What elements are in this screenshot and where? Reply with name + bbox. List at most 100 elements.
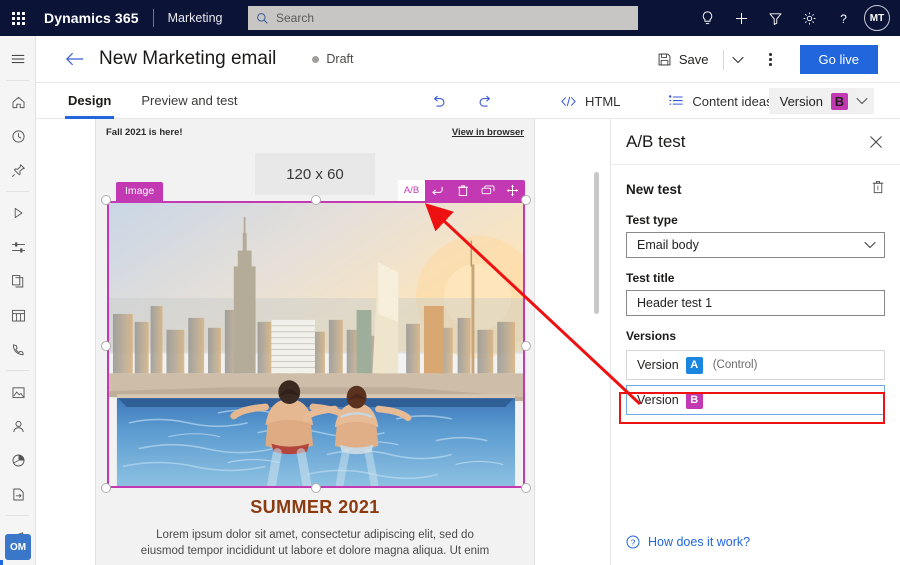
redo-button[interactable] (477, 94, 494, 109)
ab-test-panel: A/B test New test Test type Email body T… (610, 119, 900, 565)
resize-handle-mid-right[interactable] (521, 341, 531, 351)
undo-button[interactable] (430, 94, 447, 109)
user-avatar[interactable]: MT (864, 5, 890, 31)
command-bar: New Marketing email Draft Save Go live (36, 36, 900, 83)
sidebar-item-home[interactable] (0, 85, 36, 119)
version-selector[interactable]: Version B (768, 88, 874, 114)
resize-handle-top-left[interactable] (101, 195, 111, 205)
page-title: New Marketing email (99, 48, 277, 69)
resize-handle-top-center[interactable] (311, 195, 321, 205)
lightbulb-button[interactable] (690, 0, 724, 36)
editor-tab-bar: Design Preview and test HTML Content ide… (36, 83, 900, 119)
trash-icon (872, 180, 884, 194)
view-in-browser-link[interactable]: View in browser (452, 127, 524, 138)
sidebar-item-segments[interactable] (0, 230, 36, 264)
back-button[interactable] (65, 51, 85, 67)
pin-icon (11, 163, 25, 177)
save-dropdown-button[interactable] (726, 47, 750, 73)
quick-create-button[interactable] (724, 0, 758, 36)
tab-design[interactable]: Design (65, 83, 115, 119)
redo-icon (479, 95, 490, 107)
version-badge-b: B (831, 92, 848, 110)
summer-body-text[interactable]: Lorem ipsum dolor sit amet, consectetur … (136, 527, 494, 559)
clock-icon (11, 129, 25, 143)
lightbulb-icon (702, 10, 712, 24)
gear-icon (803, 12, 815, 24)
global-search[interactable]: Search (248, 6, 638, 30)
resize-handle-top-right[interactable] (521, 195, 531, 205)
html-button[interactable]: HTML (560, 94, 620, 109)
chevron-down-icon (864, 241, 876, 249)
org-badge[interactable]: OM (5, 534, 31, 560)
block-type-tag[interactable]: Image (116, 182, 164, 201)
email-sheet: Fall 2021 is here! View in browser 120 x… (95, 119, 535, 565)
delete-test-button[interactable] (871, 179, 885, 199)
sidebar-item-analytics[interactable] (0, 443, 36, 477)
sidebar-item-pinned[interactable] (0, 153, 36, 187)
content-ideas-label: Content ideas (692, 93, 773, 109)
search-icon (257, 12, 268, 24)
resize-handle-mid-left[interactable] (101, 341, 111, 351)
resize-handle-bottom-center[interactable] (311, 483, 321, 493)
versions-label: Versions (626, 329, 677, 343)
brand-title: Dynamics 365 (44, 10, 139, 26)
app-root: Dynamics 365 Marketing Search ? MT OM Ne… (0, 0, 900, 565)
save-divider (722, 49, 724, 70)
waffle-icon (11, 11, 25, 25)
settings-button[interactable] (792, 0, 826, 36)
sidebar-item-hamburger[interactable] (0, 42, 36, 76)
delete-button[interactable] (450, 180, 475, 201)
help-button[interactable]: ? (826, 0, 860, 36)
rooftop-pool-photo (109, 203, 523, 486)
test-title-input[interactable]: Header test 1 (626, 290, 885, 316)
undo-button[interactable] (425, 180, 450, 201)
rail-divider (6, 191, 29, 192)
filter-icon (769, 12, 781, 25)
sidebar-item-contacts[interactable] (0, 409, 36, 443)
summer-headline[interactable]: SUMMER 2021 (96, 497, 534, 518)
panel-body: New test Test type Email body Test title… (611, 165, 900, 415)
sidebar-item-marketing-pages[interactable] (0, 264, 36, 298)
sidebar-item-customer-journeys[interactable] (0, 196, 36, 230)
version-a-label: Version (637, 358, 679, 372)
duplicate-button[interactable] (475, 180, 500, 201)
close-icon (870, 135, 882, 148)
svg-text:?: ? (840, 11, 847, 25)
version-item-b[interactable]: Version B (626, 385, 885, 415)
ab-test-button[interactable]: A/B (398, 180, 425, 201)
status-dot-icon (312, 55, 320, 63)
resize-handle-bottom-left[interactable] (101, 483, 111, 493)
app-launcher-button[interactable] (0, 0, 36, 36)
top-nav-icons: ? MT (690, 0, 892, 36)
chevron-down-icon (856, 97, 868, 105)
save-button[interactable]: Save (651, 48, 715, 71)
canvas-scrollbar[interactable] (594, 172, 599, 314)
image-block-selected[interactable]: Image A/B (101, 180, 531, 493)
status-label: Draft (326, 52, 354, 66)
test-title-value: Header test 1 (637, 296, 713, 310)
home-icon (12, 96, 24, 108)
more-commands-button[interactable] (758, 47, 784, 73)
logo-placeholder[interactable]: 120 x 60 (255, 153, 375, 195)
filter-button[interactable] (758, 0, 792, 36)
sidebar-item-recent[interactable] (0, 119, 36, 153)
test-type-select[interactable]: Email body (626, 232, 885, 258)
image-block-toolbar: A/B (398, 180, 525, 201)
table-icon (11, 309, 25, 321)
how-does-it-work-link[interactable]: ? How does it work? (626, 535, 750, 549)
undo-arrow-icon (432, 186, 443, 196)
tab-preview-and-test[interactable]: Preview and test (138, 83, 240, 119)
version-badge-a: A (685, 356, 703, 374)
go-live-button[interactable]: Go live (799, 45, 878, 74)
close-panel-button[interactable] (866, 132, 886, 152)
sidebar-item-documents[interactable] (0, 477, 36, 511)
play-icon (14, 207, 23, 219)
sidebar-item-marketing-forms[interactable] (0, 298, 36, 332)
sidebar-item-phone[interactable] (0, 332, 36, 366)
version-item-a[interactable]: Version A (Control) (626, 350, 885, 380)
test-name: New test (626, 181, 682, 197)
resize-handle-bottom-right[interactable] (521, 483, 531, 493)
content-ideas-button[interactable]: Content ideas (668, 93, 773, 109)
sidebar-item-templates[interactable] (0, 375, 36, 409)
trash-icon (457, 185, 468, 197)
